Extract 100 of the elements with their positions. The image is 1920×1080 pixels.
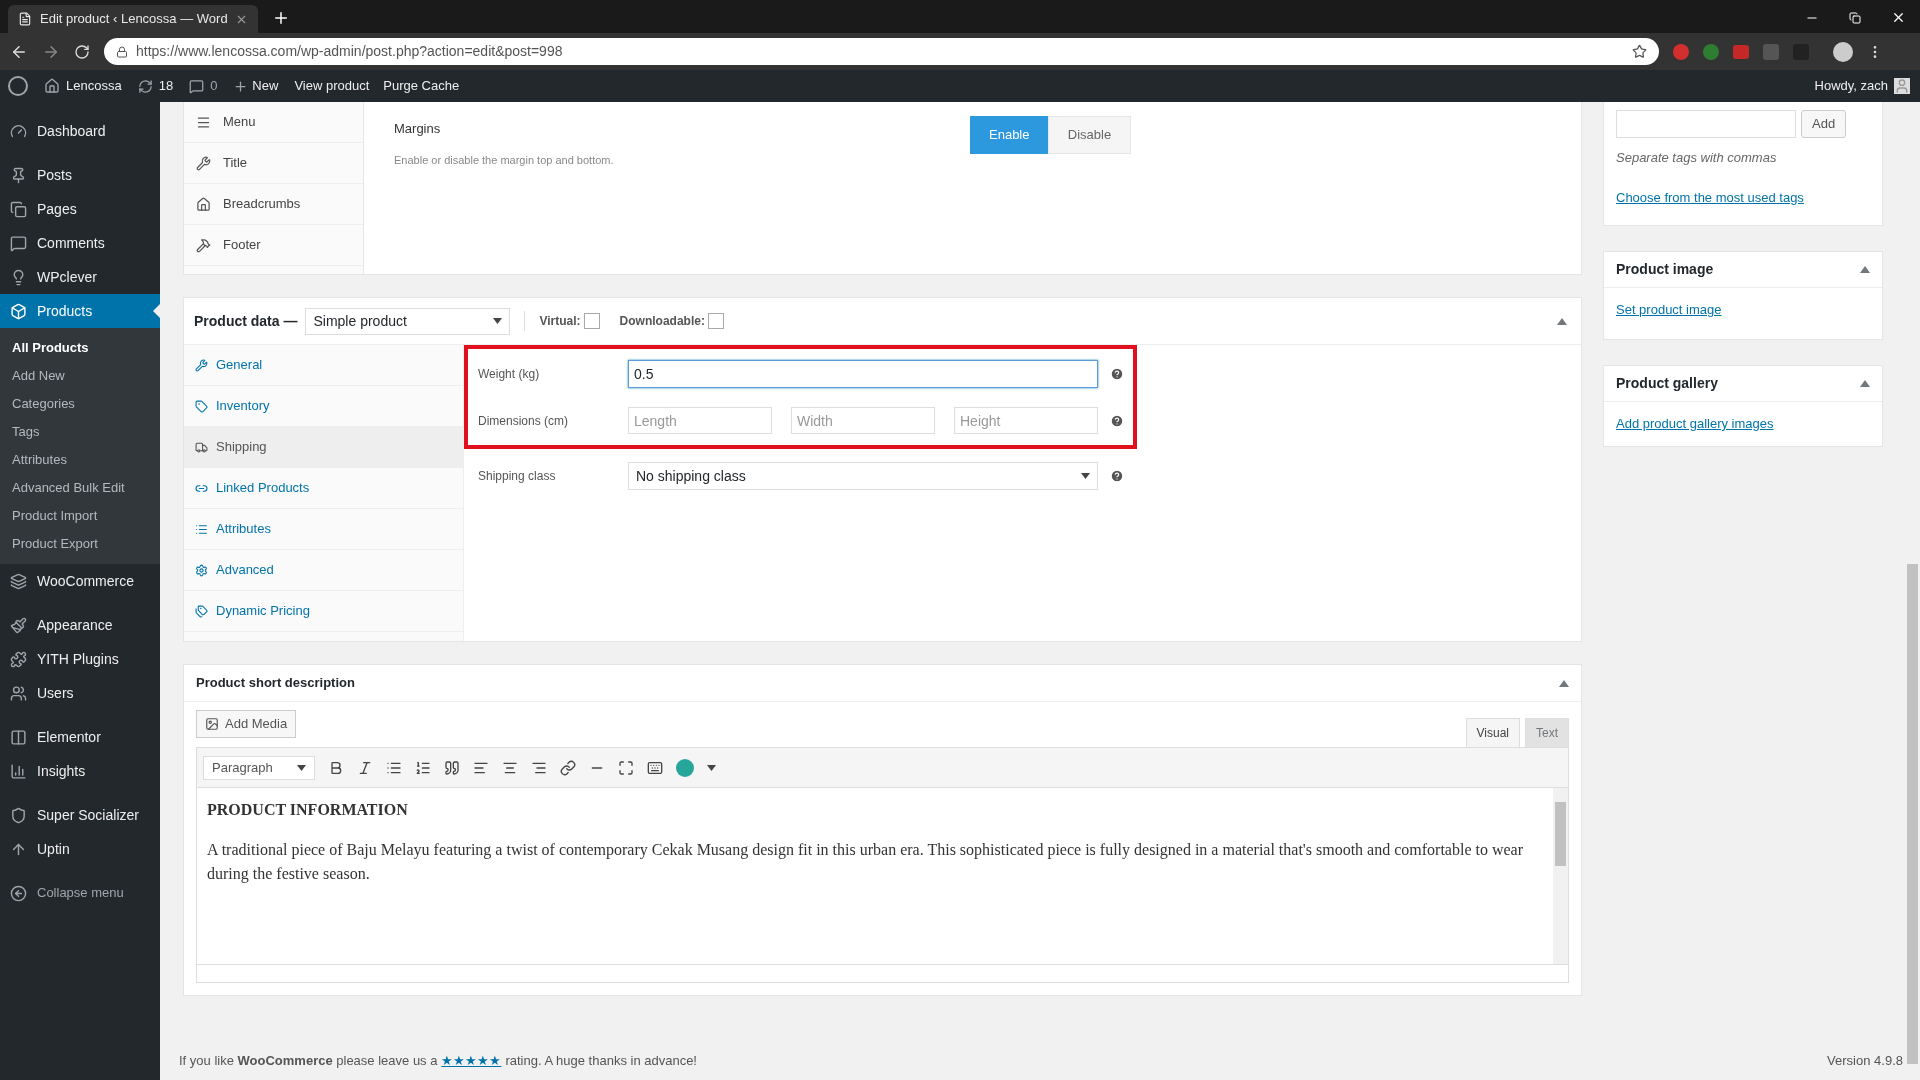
dimension-field[interactable]: Height [954,407,1098,434]
purge-cache-link[interactable]: Purge Cache [383,76,460,96]
add-tag-button[interactable]: Add [1801,110,1847,138]
product-data-tab[interactable]: Advanced [184,550,463,591]
numbered-list-icon[interactable] [415,759,431,776]
view-product-link[interactable]: View product [294,76,370,96]
sidebar-menu-item[interactable]: Comments [0,226,160,260]
submenu-item[interactable]: All Products [0,334,160,362]
home-icon [44,78,60,94]
sidebar-menu-item[interactable]: Appearance [0,608,160,642]
sidebar-menu-item[interactable]: WooCommerce [0,564,160,598]
submenu-item[interactable]: Attributes [0,446,160,474]
plugin-icon[interactable] [676,758,694,777]
greeting-link[interactable]: Howdy, zach [1814,76,1888,96]
product-data-tab[interactable]: Attributes [184,509,463,550]
extension-icon[interactable] [1703,43,1719,60]
submenu-item[interactable]: Tags [0,418,160,446]
submenu-item[interactable]: Product Import [0,502,160,530]
rating-stars-link[interactable]: ★★★★★ [441,1050,502,1070]
collapse-arrow-icon[interactable] [1559,679,1569,687]
link-icon[interactable] [560,759,576,776]
settings-nav-item[interactable]: Title [184,143,363,184]
box-title: Product gallery [1616,374,1719,393]
toggle-button[interactable]: Disable [1048,116,1131,154]
editor-mode-tab[interactable]: Text [1525,718,1569,747]
submenu-item[interactable]: Add New [0,362,160,390]
box-link[interactable]: Set product image [1604,288,1882,320]
submenu-item[interactable]: Advanced Bulk Edit [0,474,160,502]
virtual-checkbox[interactable] [583,313,600,329]
profile-avatar-icon[interactable] [1833,41,1853,62]
new-link[interactable]: New [252,76,279,96]
version-text: Version 4.9.8 [1826,1051,1903,1070]
sidebar-menu-item[interactable]: Users [0,676,160,710]
sidebar-menu-item[interactable]: Products [0,294,160,328]
product-data-tab[interactable]: Linked Products [184,468,463,509]
bookmark-star-icon[interactable] [1632,44,1647,59]
format-select[interactable]: Paragraph [203,755,315,780]
updates-count[interactable]: 18 [158,76,174,96]
product-data-tab[interactable]: Dynamic Pricing [184,591,463,632]
help-icon[interactable] [1110,469,1124,483]
site-link[interactable]: Lencossa [66,76,122,96]
most-used-tags-link[interactable]: Choose from the most used tags [1616,187,1870,207]
bold-icon[interactable] [328,759,344,776]
restore-icon[interactable] [1849,11,1861,24]
settings-nav-item[interactable]: Menu [184,102,363,143]
extension-icon[interactable] [1673,43,1689,60]
tab-icon [195,563,208,577]
sidebar-menu-item[interactable]: Elementor [0,720,160,754]
sidebar-menu-item[interactable]: Uptin [0,832,160,866]
collapse-arrow-icon[interactable] [1557,317,1567,325]
box-title: Product image [1616,260,1715,279]
collapse-arrow-icon[interactable] [1860,380,1870,387]
sidebar-menu-item[interactable]: WPclever [0,260,160,294]
sidebar-menu-item[interactable]: Insights [0,754,160,788]
product-data-tab[interactable]: Shipping [184,427,463,468]
help-icon[interactable] [1110,367,1124,381]
sidebar-menu-item[interactable]: Pages [0,192,160,226]
option-title: Margins [394,120,442,138]
shipping-class-select[interactable]: No shipping class [628,462,1098,490]
current-pointer-icon [153,304,160,318]
keyboard-icon[interactable] [647,759,663,776]
quote-icon[interactable] [444,759,460,776]
sidebar-menu-item[interactable]: Posts [0,158,160,192]
url-text: https://www.lencossa.com/wp-admin/post.php?action=edit&post=998 [136,42,564,61]
tags-field[interactable] [1616,110,1796,138]
close-icon[interactable] [1891,10,1906,25]
collapse-menu-button[interactable]: Collapse menu [0,876,160,910]
browser-tab[interactable]: Edit product ‹ Lencossa — Word [8,5,258,33]
product-data-tab[interactable]: General [184,345,463,386]
comments-count[interactable]: 0 [210,76,218,96]
dropdown-caret-icon [297,764,306,771]
box-link[interactable]: Add product gallery images [1604,402,1882,434]
sidebar-menu-item[interactable]: Super Socializer [0,798,160,832]
address-bar[interactable]: https://www.lencossa.com/wp-admin/post.php?action=edit&post=998 [104,38,1659,65]
dimension-field[interactable]: Width [791,407,935,434]
submenu-item[interactable]: Product Export [0,530,160,558]
collapse-arrow-icon[interactable] [1860,266,1870,273]
wordpress-logo-icon[interactable] [8,76,28,96]
media-icon [205,717,219,731]
editor-mode-tab[interactable]: Visual [1465,718,1520,747]
dimension-field[interactable]: Length [628,407,772,434]
settings-nav-item[interactable]: Breadcrumbs [184,184,363,225]
italic-icon[interactable] [357,759,373,776]
dimensions-label: Dimensions (cm) [478,412,569,430]
content-heading: PRODUCT INFORMATION [207,800,409,820]
submenu-item[interactable]: Categories [0,390,160,418]
fullscreen-icon[interactable] [618,759,634,776]
help-icon[interactable] [1110,413,1124,428]
updates-icon [137,78,153,94]
sidebar-menu-item[interactable]: Dashboard [0,114,160,148]
new-tab-icon[interactable] [272,9,290,27]
settings-nav-item[interactable]: Footer [184,225,363,266]
downloadable-checkbox[interactable] [707,313,724,329]
footer-text: rating. A huge thanks in advance! [505,1051,697,1070]
weight-field[interactable]: 0.5 [628,360,1098,388]
shipping-class-label: Shipping class [478,468,557,485]
add-media-button[interactable]: Add Media [196,710,297,738]
product-type-select[interactable]: Simple product [305,307,511,335]
sidebar-menu-item[interactable]: YITH Plugins [0,642,160,676]
reload-icon[interactable] [74,43,90,60]
